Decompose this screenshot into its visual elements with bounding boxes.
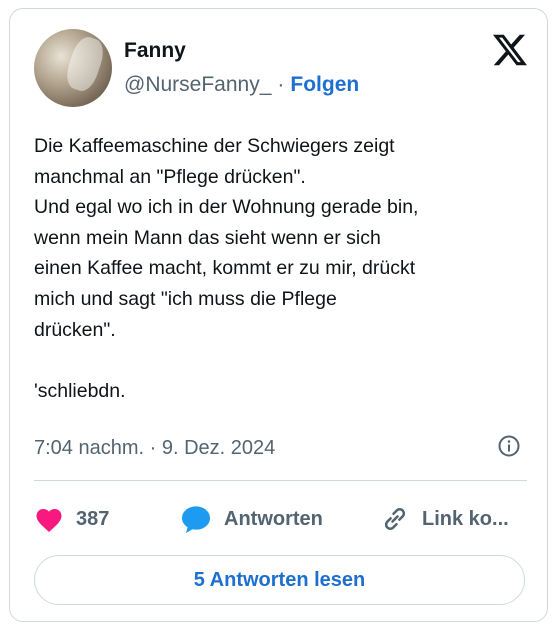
reply-label: Antworten — [224, 507, 323, 530]
copy-link-label: Link ko... — [422, 507, 509, 530]
author-name[interactable]: Fanny — [124, 39, 186, 63]
x-logo-icon[interactable] — [493, 33, 527, 67]
heart-icon — [36, 509, 62, 532]
like-button[interactable]: 387 — [34, 499, 109, 539]
avatar[interactable] — [34, 29, 112, 107]
tweet-timestamp[interactable]: 7:04 nachm. · 9. Dez. 2024 — [34, 437, 275, 460]
tweet-card: Fanny @NurseFanny_ · Folgen Die Kaffeema… — [9, 8, 548, 622]
author-handle[interactable]: @NurseFanny_ — [124, 73, 271, 97]
info-icon[interactable] — [497, 434, 521, 458]
reply-bubble-icon — [182, 506, 210, 533]
like-count: 387 — [76, 507, 110, 530]
follow-button[interactable]: Folgen — [290, 73, 359, 97]
reply-button[interactable]: Antworten — [180, 499, 323, 539]
separator-dot: · — [277, 73, 285, 96]
tweet-text: Die Kaffeemaschine der Schwiegers zeigt … — [34, 135, 419, 402]
divider — [34, 480, 527, 481]
copy-link-button[interactable]: Link ko... — [380, 499, 509, 539]
read-replies-button[interactable]: 5 Antworten lesen — [34, 555, 525, 605]
author-handle-row: @NurseFanny_ · Folgen — [124, 73, 359, 97]
action-bar: 387 Antworten Link ko... — [34, 499, 529, 539]
link-icon — [384, 508, 406, 530]
